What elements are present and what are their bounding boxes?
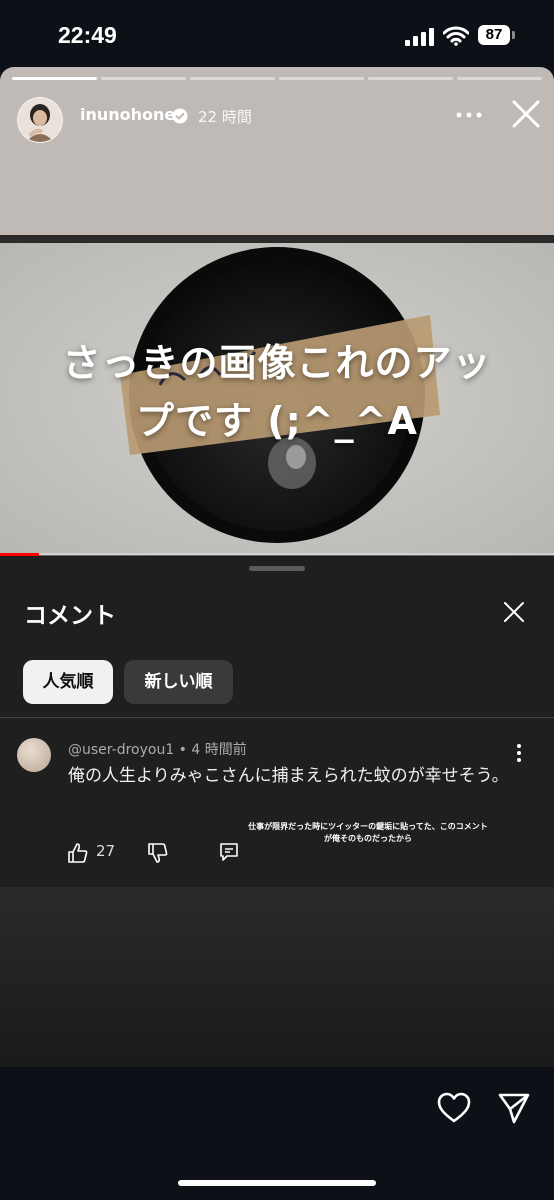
status-time: 22:49 <box>58 22 117 48</box>
close-comments-icon[interactable] <box>503 601 525 623</box>
story-progress-segment <box>279 77 364 80</box>
drag-handle[interactable] <box>249 566 305 571</box>
video-caption-line-1: さっきの画像これのアッ <box>62 341 492 385</box>
send-share-icon[interactable] <box>497 1092 531 1124</box>
story-progress-segment <box>190 77 275 80</box>
story-progress-segment <box>101 77 186 80</box>
like-count: 27 <box>96 842 116 860</box>
story-card: inunohone 22 時間 さっきの画像これのアッ プです (;^_^A コ… <box>0 67 554 1067</box>
overlay-annotation-line-2: が俺そのものだったから <box>324 834 412 843</box>
wifi-icon <box>443 26 469 46</box>
avatar-image <box>18 98 62 142</box>
verified-badge-icon <box>172 108 188 124</box>
comment-text: 俺の人生よりみゃこさんに捕まえられた蚊のが幸せそう。 <box>68 766 509 786</box>
close-story-icon[interactable] <box>511 99 541 129</box>
story-username[interactable]: inunohone <box>80 105 175 124</box>
divider <box>0 717 554 718</box>
sort-chip-newest[interactable]: 新しい順 <box>124 660 233 704</box>
overlay-annotation-line-1: 仕事が限界だった時にツイッターの鍵垢に貼ってた、このコメント <box>248 822 488 831</box>
reply-icon[interactable] <box>218 841 240 863</box>
comments-panel: コメント 人気順 新しい順 @user-droyou1 • 4 時間前 俺の人生… <box>0 557 554 887</box>
battery-icon: 87 <box>478 25 516 47</box>
story-progress-bar <box>12 77 542 80</box>
like-icon[interactable] <box>67 842 89 864</box>
comments-title: コメント <box>24 603 116 629</box>
dislike-icon[interactable] <box>147 842 169 864</box>
comment-menu-icon[interactable] <box>512 743 526 763</box>
cellular-signal-icon <box>405 28 434 46</box>
sort-chip-popular[interactable]: 人気順 <box>23 660 113 704</box>
story-time-ago: 22 時間 <box>198 108 252 126</box>
heart-like-icon[interactable] <box>437 1092 471 1124</box>
comment-author-meta[interactable]: @user-droyou1 • 4 時間前 <box>68 739 247 759</box>
story-background <box>0 67 554 235</box>
more-options-icon[interactable] <box>456 111 482 119</box>
video-progress-fill <box>0 553 39 556</box>
video-top-edge <box>0 235 554 243</box>
story-progress-segment <box>12 77 97 80</box>
video-caption: さっきの画像これのアッ プです (;^_^A <box>0 334 554 450</box>
story-avatar[interactable] <box>17 97 63 143</box>
video-progress-track[interactable] <box>0 553 554 556</box>
story-bottom-fade <box>0 887 554 1067</box>
overlay-annotation-text: 仕事が限界だった時にツイッターの鍵垢に貼ってた、このコメント が俺そのものだった… <box>248 821 488 845</box>
commenter-avatar[interactable] <box>17 738 51 772</box>
story-progress-segment <box>457 77 542 80</box>
story-progress-segment <box>368 77 453 80</box>
video-caption-line-2: プです (;^_^A <box>136 399 418 443</box>
battery-level: 87 <box>478 25 510 45</box>
home-indicator[interactable] <box>178 1180 376 1186</box>
